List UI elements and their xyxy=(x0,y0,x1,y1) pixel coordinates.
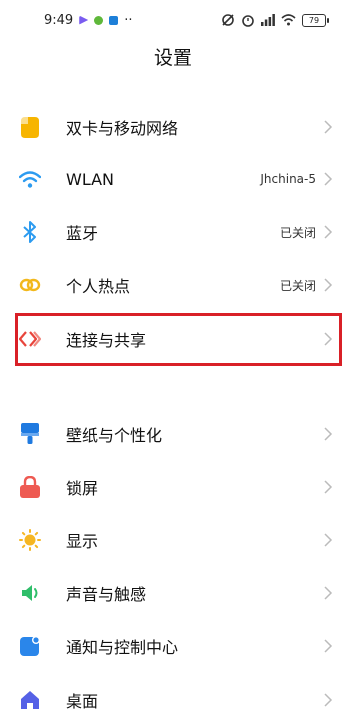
chevron-right-icon xyxy=(324,586,333,600)
settings-item-label: 声音与触感 xyxy=(66,585,147,604)
settings-item-label: 通知与控制中心 xyxy=(66,638,179,657)
app-notification-icon xyxy=(79,15,89,25)
settings-item-label: WLAN xyxy=(66,169,115,189)
settings-item-label: 双卡与移动网络 xyxy=(66,119,179,138)
android-notification-icon xyxy=(94,15,104,25)
sim-card-icon xyxy=(19,116,41,138)
notification-icon xyxy=(19,635,41,657)
alarm-icon xyxy=(242,15,254,27)
bluetooth-icon xyxy=(19,221,41,243)
chevron-right-icon xyxy=(324,225,333,239)
wlan-network-name: Jhchina-5 xyxy=(260,172,316,186)
status-bar: 9:49 ·· 79 xyxy=(0,0,346,40)
chevron-right-icon xyxy=(324,693,333,707)
settings-item-wallpaper[interactable]: 壁纸与个性化 xyxy=(0,407,346,461)
settings-item-label: 连接与共享 xyxy=(66,331,147,350)
settings-item-wlan[interactable]: WLAN Jhchina-5 xyxy=(0,152,346,206)
chevron-right-icon xyxy=(324,480,333,494)
settings-item-home-screen[interactable]: 桌面 xyxy=(0,673,346,727)
chevron-right-icon xyxy=(324,427,333,441)
signal-icon xyxy=(261,14,275,26)
status-right: 79 xyxy=(221,13,329,27)
settings-item-label: 锁屏 xyxy=(66,479,99,498)
settings-item-sound[interactable]: 声音与触感 xyxy=(0,566,346,620)
connection-sharing-icon xyxy=(19,328,41,350)
speaker-icon xyxy=(19,582,41,604)
chevron-right-icon xyxy=(324,172,333,186)
clock: 9:49 xyxy=(44,12,74,28)
wifi-icon xyxy=(19,168,41,190)
settings-item-notifications[interactable]: 通知与控制中心 xyxy=(0,619,346,673)
hotspot-icon xyxy=(19,274,41,296)
settings-item-lock-screen[interactable]: 锁屏 xyxy=(0,460,346,514)
bluetooth-status: 已关闭 xyxy=(279,225,316,240)
settings-item-label: 显示 xyxy=(66,532,99,551)
settings-item-sim[interactable]: 双卡与移动网络 xyxy=(0,100,346,154)
settings-item-label: 蓝牙 xyxy=(66,224,99,243)
wifi-icon xyxy=(281,14,296,26)
chevron-right-icon xyxy=(324,533,333,547)
page-title: 设置 xyxy=(153,47,192,69)
chevron-right-icon xyxy=(324,278,333,292)
settings-item-label: 桌面 xyxy=(66,692,99,711)
chevron-right-icon xyxy=(324,639,333,653)
settings-item-display[interactable]: 显示 xyxy=(0,513,346,567)
settings-item-label: 个人热点 xyxy=(66,277,131,296)
settings-item-label: 壁纸与个性化 xyxy=(66,426,163,445)
battery-icon: 79 xyxy=(302,13,329,27)
chevron-right-icon xyxy=(324,332,333,346)
app-notification-icon-2 xyxy=(109,15,119,25)
more-notifications: ·· xyxy=(124,12,133,28)
status-left: 9:49 ·· xyxy=(44,13,132,28)
sync-off-icon xyxy=(222,14,234,26)
settings-item-connection-sharing[interactable]: 连接与共享 xyxy=(0,312,346,366)
hotspot-status: 已关闭 xyxy=(279,278,316,293)
settings-item-bluetooth[interactable]: 蓝牙 已关闭 xyxy=(0,205,346,259)
home-icon xyxy=(19,689,41,711)
sun-icon xyxy=(19,529,41,551)
chevron-right-icon xyxy=(324,120,333,134)
settings-item-hotspot[interactable]: 个人热点 已关闭 xyxy=(0,258,346,312)
lock-icon xyxy=(19,476,41,498)
wallpaper-brush-icon xyxy=(19,423,41,445)
